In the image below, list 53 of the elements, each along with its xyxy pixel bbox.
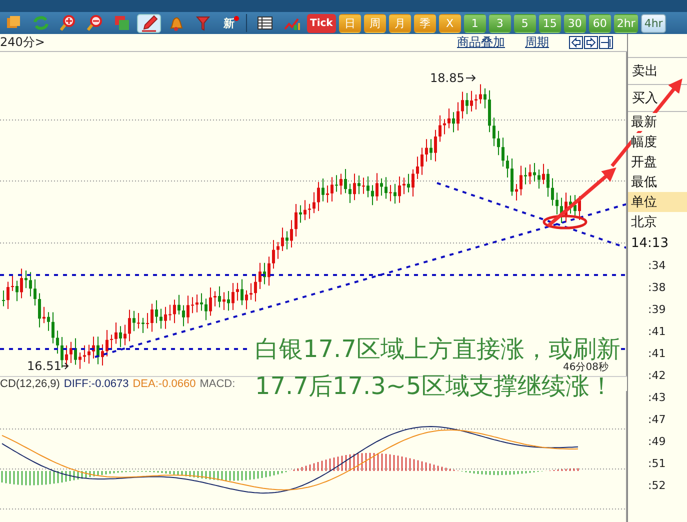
field-row[interactable]: 最新 [628, 112, 687, 132]
field-label: 单位 [631, 193, 657, 211]
annotation-text: 17.7后17.3~5区域支撑继续涨！ [255, 374, 614, 399]
field-label: 北京 [631, 213, 657, 231]
period-button[interactable]: 周 [364, 14, 386, 32]
period-button[interactable]: 30 [564, 14, 586, 32]
tick-time: :34 [647, 258, 667, 274]
period-button[interactable]: 3 [488, 14, 511, 32]
tick-time: :51 [647, 456, 667, 472]
news-button[interactable]: 新 [218, 14, 240, 32]
tick-time: :47 [647, 412, 667, 428]
field-row[interactable]: 单位 [628, 192, 687, 212]
tick-time: :39 [647, 302, 667, 318]
field-row[interactable]: 最低 [628, 172, 687, 192]
low-price-label: 16.51 [27, 359, 62, 373]
period-button[interactable]: 日 [338, 14, 361, 32]
period-button[interactable]: 15 [538, 14, 561, 32]
indicator-title: CD(12,26,9) [0, 378, 60, 390]
field-label: 开盘 [631, 153, 657, 171]
period-button[interactable]: 60 [588, 14, 611, 32]
tick-time: :41 [647, 346, 667, 362]
field-row[interactable]: 开盘 [628, 152, 687, 172]
countdown-label: 46分08秒 [563, 362, 608, 373]
field-label: 幅度 [631, 133, 657, 151]
period-button[interactable]: 5 [514, 14, 536, 32]
period-button[interactable]: 月 [388, 14, 411, 32]
quote-label: 买入 [628, 85, 687, 112]
period-button[interactable]: 季 [414, 14, 436, 32]
header-link[interactable]: 周期 [525, 34, 549, 51]
tick-time: :38 [647, 280, 667, 296]
tick-time: :49 [647, 434, 667, 450]
period-button[interactable]: 2hr [614, 14, 638, 32]
field-label: 最低 [631, 173, 657, 191]
tick-button[interactable]: Tick [307, 14, 336, 32]
macd-value: MACD: [200, 378, 236, 390]
field-row[interactable]: 幅度 [628, 132, 687, 152]
tick-time: :42 [647, 368, 667, 384]
header-link[interactable]: 商品叠加 [457, 34, 505, 51]
tick-time: :43 [647, 390, 667, 406]
diff-value: DIFF:-0.0673 [64, 378, 129, 390]
period-button[interactable]: X [438, 14, 461, 32]
annotation-text: 白银17.7区域上方直接涨，或刷新 [255, 337, 620, 362]
high-price-label: 18.85 [430, 71, 464, 85]
period-label: 240分> [0, 34, 45, 51]
tick-time: :41 [647, 324, 667, 340]
period-button[interactable]: 1 [464, 14, 486, 32]
tick-time: :52 [647, 478, 667, 494]
field-label: 最新 [631, 113, 657, 131]
quote-label: 卖出 [628, 58, 687, 85]
period-button[interactable]: 4hr [641, 14, 666, 32]
dea-value: DEA:-0.0660 [132, 378, 196, 390]
field-row[interactable]: 北京 [628, 212, 687, 232]
time-label: 14:13 [630, 234, 670, 252]
